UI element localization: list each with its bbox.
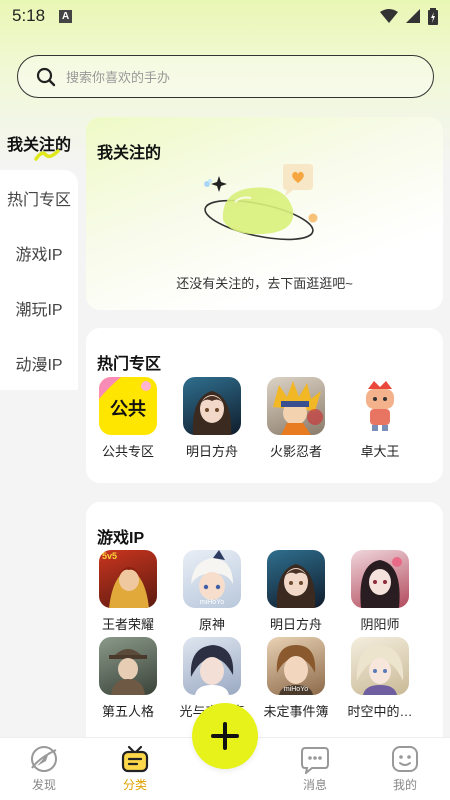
nav-messages[interactable]: 消息 [285, 744, 345, 793]
active-underline-icon [34, 149, 60, 161]
arknights-icon [183, 377, 241, 435]
sidebar-item-label: 动漫IP [15, 356, 63, 374]
tile-label: 明日方舟 [185, 444, 238, 459]
harukanaru-icon [351, 637, 409, 695]
light-and-night-icon [183, 637, 241, 695]
sidebar-item-anime-ip[interactable]: 动漫IP [0, 335, 78, 390]
tile-tears-of-themis[interactable]: miHoYo 未定事件簿 [254, 637, 338, 720]
tile-label: 阴阳师 [360, 617, 400, 632]
empty-state-text: 还没有关注的，去下面逛逛吧~ [176, 276, 353, 291]
sidebar-item-hot[interactable]: 热门专区 [0, 170, 78, 225]
search-placeholder: 搜索你喜欢的手办 [66, 70, 171, 85]
naruto-icon [267, 377, 325, 435]
zhuodawang-icon [351, 377, 409, 435]
tile-zhuodawang[interactable]: 卓大王 [338, 377, 422, 460]
tile-label: 明日方舟 [269, 617, 322, 632]
nav-label: 消息 [302, 778, 327, 792]
nav-label: 我的 [392, 778, 417, 792]
create-plus-button[interactable] [192, 703, 258, 769]
honor-of-kings-icon: 5v5 [99, 550, 157, 608]
section-title: 热门专区 [97, 356, 162, 373]
arknights-icon [267, 550, 325, 608]
section-title: 我关注的 [97, 145, 162, 162]
sidebar-item-label: 热门专区 [6, 191, 71, 209]
tile-honor-of-kings[interactable]: 5v5 王者荣耀 [86, 550, 170, 633]
battery-icon [428, 7, 438, 25]
empty-state-illustration [204, 164, 318, 241]
tile-label: 火影忍者 [269, 444, 322, 459]
hot-section-card: 热门专区 公共 公共专区 明日方舟 火影忍者 卓大王 [86, 328, 443, 483]
nav-discover[interactable]: 发现 [14, 744, 74, 793]
following-card: 我关注的 还没有关注的，去下面逛逛吧~ [86, 117, 443, 310]
public-zone-icon-text: 公共 [110, 399, 146, 419]
tile-arknights-game[interactable]: 明日方舟 [254, 550, 338, 633]
tile-label: 公共专区 [101, 444, 154, 459]
tile-label: 卓大王 [360, 444, 400, 459]
tile-harukanaru[interactable]: 时空中的… [338, 637, 422, 720]
nav-category[interactable]: 分类 [105, 744, 165, 793]
search-icon [36, 67, 56, 86]
status-time: 5:18 [12, 6, 46, 25]
tile-onmyoji[interactable]: 阴阳师 [338, 550, 422, 633]
genshin-icon-text: miHoYo [199, 599, 225, 606]
sidebar-item-label: 潮玩IP [15, 301, 63, 319]
tile-label: 未定事件簿 [263, 704, 329, 719]
plus-icon [211, 722, 239, 750]
signal-icon [406, 9, 420, 23]
tile-label: 时空中的… [347, 704, 413, 719]
sidebar-item-trend-ip[interactable]: 潮玩IP [0, 280, 78, 335]
tile-label: 原神 [198, 617, 225, 632]
nav-label: 发现 [31, 778, 56, 792]
tile-label: 第五人格 [101, 704, 154, 719]
tears-of-themis-icon-text: miHoYo [283, 686, 309, 693]
tile-label: 王者荣耀 [101, 617, 154, 632]
honor-of-kings-icon-text: 5v5 [102, 551, 118, 561]
nav-label: 分类 [122, 778, 147, 792]
tile-naruto[interactable]: 火影忍者 [254, 377, 338, 460]
onmyoji-icon [351, 550, 409, 608]
search-bar[interactable]: 搜索你喜欢的手办 [17, 55, 434, 98]
tile-arknights[interactable]: 明日方舟 [170, 377, 254, 460]
discover-icon [31, 746, 57, 772]
status-bar: 5:18 A [0, 0, 450, 32]
tile-genshin[interactable]: miHoYo 原神 [170, 550, 254, 633]
identity-v-icon [99, 637, 157, 695]
wifi-icon [380, 9, 398, 23]
public-zone-icon: 公共 [99, 377, 157, 435]
notification-badge: A [59, 9, 73, 23]
profile-face-icon [392, 746, 418, 772]
sidebar-item-following[interactable]: 我关注的 [0, 115, 78, 170]
sidebar-item-label: 游戏IP [15, 246, 63, 264]
game-ip-card: 游戏IP 5v5 王者荣耀 miHoYo 原神 明日方舟 阴阳师 第五人格 mi… [86, 502, 443, 742]
genshin-icon: miHoYo [183, 550, 241, 608]
section-title: 游戏IP [97, 530, 145, 547]
tile-identity-v[interactable]: 第五人格 [86, 637, 170, 720]
tile-public-zone[interactable]: 公共 公共专区 [86, 377, 170, 460]
category-tv-icon [121, 745, 149, 773]
category-sidebar: 我关注的 热门专区 游戏IP 潮玩IP 动漫IP [0, 115, 78, 390]
sidebar-item-game-ip[interactable]: 游戏IP [0, 225, 78, 280]
nav-profile[interactable]: 我的 [375, 744, 435, 793]
message-icon [301, 747, 329, 774]
tears-of-themis-icon: miHoYo [267, 637, 325, 695]
